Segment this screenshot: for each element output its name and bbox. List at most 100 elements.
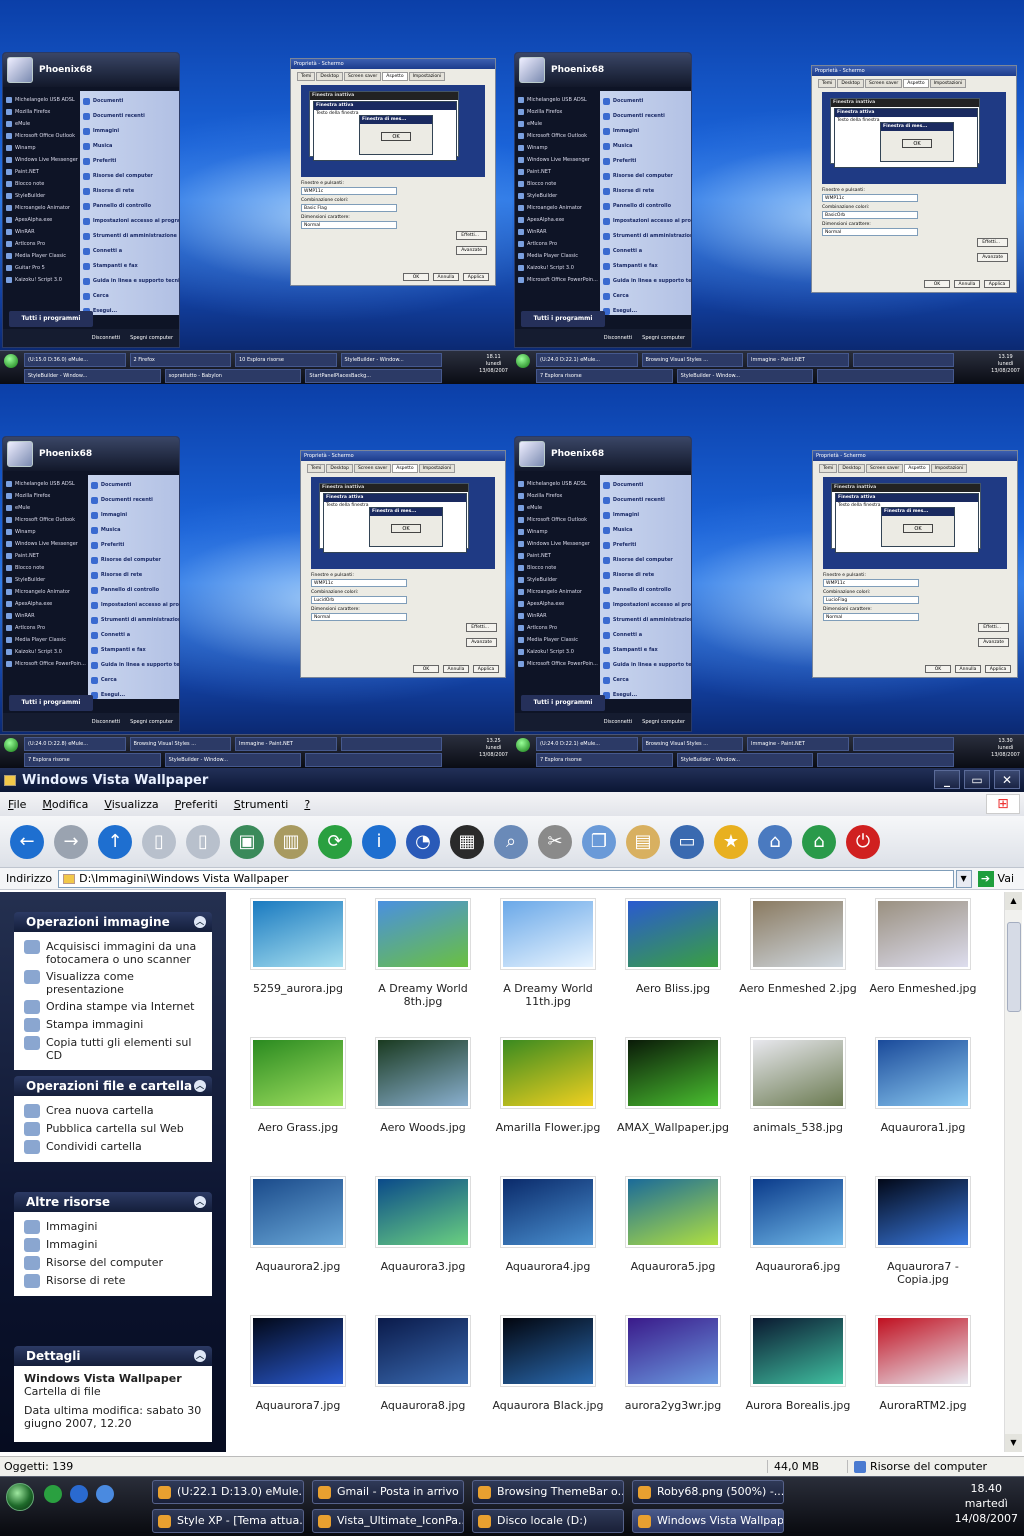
up-icon[interactable]: ↑ <box>98 824 132 859</box>
color-scheme-select[interactable]: BasicOrb <box>822 211 918 219</box>
ok-button[interactable]: OK <box>403 273 429 281</box>
dialog-tab[interactable]: Desktop <box>316 72 343 81</box>
start-menu-program[interactable]: Microangelo Animator <box>5 586 86 598</box>
start-menu-program[interactable]: Microangelo Animator <box>517 202 598 214</box>
start-menu-place[interactable]: Musica <box>602 139 691 154</box>
all-programs-button[interactable]: Tutti i programmi <box>9 695 93 711</box>
shutdown-button[interactable]: Spegni computer <box>130 335 173 341</box>
address-input[interactable]: D:\Immagini\Windows Vista Wallpaper <box>58 869 954 888</box>
start-menu-place[interactable]: Guida in linea e supporto tecnico <box>602 274 691 289</box>
start-menu-place[interactable]: Documenti recenti <box>82 109 179 124</box>
start-menu-program[interactable]: WinRAR <box>517 226 598 238</box>
start-menu-place[interactable]: Strumenti di amministrazione <box>82 229 179 244</box>
views-icon[interactable]: ▦ <box>450 824 484 859</box>
start-menu-place[interactable]: Cerca <box>82 289 179 304</box>
start-menu-program[interactable]: Mozilla Firefox <box>517 106 598 118</box>
menu-item[interactable]: ? <box>304 798 310 811</box>
taskbar-button[interactable]: StyleBuilder - Window... <box>24 369 161 383</box>
effects-button[interactable]: Effetti... <box>456 231 487 240</box>
start-menu-program[interactable]: Microangelo Animator <box>5 202 78 214</box>
task-link[interactable]: Condividi cartella <box>24 1138 202 1156</box>
cancel-button[interactable]: Annulla <box>954 280 980 288</box>
move-to-icon[interactable]: ▯ <box>186 824 220 859</box>
start-menu-program[interactable]: StyleBuilder <box>517 574 598 586</box>
dialog-tab[interactable]: Screen saver <box>343 72 382 81</box>
chevron-up-icon[interactable]: ︿ <box>194 1080 206 1092</box>
start-menu-program[interactable]: Michelangelo USB ADSL <box>5 94 78 106</box>
start-menu-place[interactable]: Risorse di rete <box>82 184 179 199</box>
file-item[interactable]: AuroraRTM2.jpg <box>861 1315 985 1412</box>
start-menu-program[interactable]: Mozilla Firefox <box>5 490 86 502</box>
title-bar[interactable]: Windows Vista Wallpaper _ ▭ ✕ <box>0 768 1024 792</box>
file-item[interactable]: Aero Grass.jpg <box>236 1037 360 1134</box>
menu-item[interactable]: Visualizza <box>104 798 158 811</box>
start-button[interactable] <box>4 738 18 752</box>
start-menu-program[interactable]: eMule <box>517 502 598 514</box>
font-size-select[interactable]: Normal <box>301 221 397 229</box>
info-icon[interactable]: i <box>362 824 396 859</box>
start-menu-program[interactable]: Kaizoku! Script 3.0 <box>5 646 86 658</box>
apply-button[interactable]: Applica <box>473 665 499 673</box>
start-menu-place[interactable]: Risorse del computer <box>90 553 179 568</box>
file-item[interactable]: Aurora Borealis.jpg <box>736 1315 860 1412</box>
start-menu-place[interactable]: Preferiti <box>82 154 179 169</box>
cut-icon[interactable]: ✂ <box>538 824 572 859</box>
start-menu-place[interactable]: Documenti <box>82 94 179 109</box>
panel-header[interactable]: Altre risorse ︿ <box>14 1192 212 1212</box>
start-menu-program[interactable]: StyleBuilder <box>5 574 86 586</box>
ok-button[interactable]: OK <box>413 665 439 673</box>
taskbar-button[interactable]: 7 Esplora risorse <box>536 753 673 767</box>
taskbar-button[interactable]: 2 Firefox <box>129 353 231 367</box>
start-menu-place[interactable]: Guida in linea e supporto tecnico <box>82 274 179 289</box>
start-menu-program[interactable]: ArtIcons Pro <box>517 622 598 634</box>
start-menu-program[interactable]: StyleBuilder <box>517 190 598 202</box>
advanced-button[interactable]: Avanzate <box>978 638 1009 647</box>
start-button[interactable] <box>516 354 530 368</box>
start-menu-place[interactable]: Musica <box>602 523 691 538</box>
folders-icon[interactable]: ▥ <box>274 824 308 859</box>
taskbar-button[interactable] <box>852 353 954 367</box>
start-menu-program[interactable]: WinRAR <box>5 610 86 622</box>
start-menu-program[interactable]: Media Player Classic <box>517 250 598 262</box>
menu-item[interactable]: Modifica <box>42 798 88 811</box>
start-menu-program[interactable]: eMule <box>5 118 78 130</box>
start-menu-place[interactable]: Impostazioni accesso ai programmi <box>602 214 691 229</box>
scroll-up-button[interactable]: ▲ <box>1005 892 1022 910</box>
taskbar-button[interactable]: StartPanelPlacesBackg... <box>305 369 443 383</box>
start-menu-program[interactable]: eMule <box>5 502 86 514</box>
shutdown-button[interactable]: Spegni computer <box>642 719 685 725</box>
start-menu-place[interactable]: Immagini <box>90 508 179 523</box>
start-menu-program[interactable]: ArtIcons Pro <box>517 238 598 250</box>
clock[interactable]: 18.40 martedì 14/08/2007 <box>955 1481 1018 1526</box>
start-menu-program[interactable]: Microsoft Office Outlook <box>517 514 598 526</box>
start-menu-program[interactable]: StyleBuilder <box>5 190 78 202</box>
start-menu-place[interactable]: Stampanti e fax <box>602 259 691 274</box>
taskbar-button[interactable]: Browsing Visual Styles ... <box>129 737 231 751</box>
taskbar-button[interactable]: (U:24.0 D:22.1) eMule... <box>536 353 638 367</box>
start-menu-program[interactable]: Kaizoku! Script 3.0 <box>5 274 78 286</box>
file-item[interactable]: Aquaurora8.jpg <box>361 1315 485 1412</box>
network-icon[interactable]: ⌂ <box>758 824 792 859</box>
start-menu-program[interactable]: ApexAlpha.exe <box>5 214 78 226</box>
taskbar-button[interactable]: 10 Esplora risorse <box>235 353 337 367</box>
logoff-button[interactable]: Disconnetti <box>604 719 632 725</box>
font-size-select[interactable]: Normal <box>311 613 407 621</box>
windows-buttons-select[interactable]: WMP11c <box>822 194 918 202</box>
file-item[interactable]: Aquaurora3.jpg <box>361 1176 485 1273</box>
panel-header[interactable]: Operazioni file e cartella ︿ <box>14 1076 212 1096</box>
file-item[interactable]: Aquaurora5.jpg <box>611 1176 735 1273</box>
start-menu-place[interactable]: Pannello di controllo <box>82 199 179 214</box>
start-menu-program[interactable]: Windows Live Messenger <box>517 538 598 550</box>
all-programs-button[interactable]: Tutti i programmi <box>521 311 605 327</box>
start-menu-place[interactable]: Esegui... <box>82 304 179 319</box>
dialog-tab[interactable]: Desktop <box>838 464 865 473</box>
file-item[interactable]: Aquaurora2.jpg <box>236 1176 360 1273</box>
start-menu-place[interactable]: Esegui... <box>602 304 691 319</box>
start-menu-place[interactable]: Impostazioni accesso ai programmi <box>90 598 179 613</box>
dialog-title[interactable]: Proprietà - Schermo <box>291 59 495 69</box>
start-menu-program[interactable]: Mozilla Firefox <box>5 106 78 118</box>
taskbar-button[interactable]: StyleBuilder - Window... <box>340 353 442 367</box>
dialog-tab[interactable]: Temi <box>819 464 838 473</box>
monitor-icon[interactable]: ▭ <box>670 824 704 859</box>
shutdown-button[interactable]: Spegni computer <box>642 335 685 341</box>
